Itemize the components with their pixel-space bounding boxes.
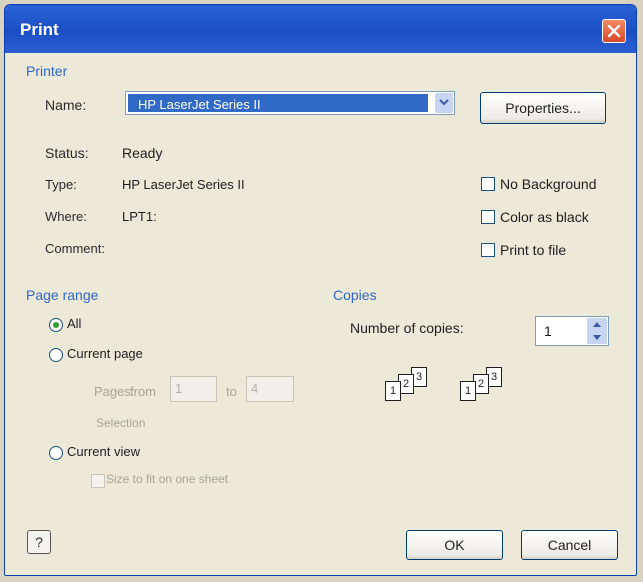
no-background-label: No Background	[500, 176, 597, 192]
size-to-fit-label: Size to fit on one sheet	[106, 472, 229, 486]
chevron-up-icon	[593, 322, 601, 327]
number-of-copies-value: 1	[544, 323, 552, 339]
current-view-radio[interactable]	[49, 446, 63, 460]
from-label: from	[130, 384, 156, 399]
chevron-down-icon	[593, 335, 601, 340]
collate-page: 1	[460, 381, 476, 401]
window-title: Print	[20, 20, 59, 39]
pages-label: Pages:	[94, 384, 135, 399]
current-page-radio[interactable]	[49, 348, 63, 362]
properties-button[interactable]: Properties...	[480, 92, 606, 124]
cancel-button[interactable]: Cancel	[521, 530, 618, 560]
close-icon	[607, 24, 621, 38]
all-label: All	[67, 316, 82, 331]
color-as-black-label: Color as black	[500, 209, 589, 225]
status-label: Status:	[45, 145, 89, 161]
printer-group-label: Printer	[26, 63, 68, 79]
number-of-copies-label: Number of copies:	[350, 320, 464, 336]
to-field: 4	[246, 376, 294, 402]
print-dialog: Print	[4, 4, 637, 576]
close-button[interactable]	[602, 19, 626, 43]
no-background-checkbox[interactable]	[481, 177, 495, 191]
number-of-copies-spinner[interactable]: 1	[535, 316, 609, 346]
printer-name-value: HP LaserJet Series II	[138, 97, 261, 112]
ok-button[interactable]: OK	[406, 530, 503, 560]
all-radio[interactable]	[49, 318, 63, 332]
type-label: Type:	[45, 177, 77, 192]
chevron-down-icon	[439, 99, 449, 106]
status-value: Ready	[122, 145, 163, 161]
printer-name-select[interactable]: HP LaserJet Series II	[125, 91, 455, 115]
where-label: Where:	[45, 209, 87, 224]
printer-name-dropdown-button[interactable]	[435, 93, 453, 113]
printer-name-selected: HP LaserJet Series II	[128, 94, 428, 112]
spin-up-button[interactable]	[587, 318, 607, 331]
spin-down-button[interactable]	[587, 331, 607, 344]
current-view-label: Current view	[67, 444, 140, 459]
to-label: to	[226, 384, 237, 399]
print-to-file-checkbox[interactable]	[481, 243, 495, 257]
selection-label: Selection	[96, 416, 146, 430]
size-to-fit-checkbox	[91, 474, 105, 488]
comment-label: Comment:	[45, 241, 105, 256]
where-value: LPT1:	[122, 209, 157, 224]
type-value: HP LaserJet Series II	[122, 177, 245, 192]
color-as-black-checkbox[interactable]	[481, 210, 495, 224]
page-range-group-label: Page range	[26, 287, 99, 303]
printer-name-label: Name:	[45, 97, 87, 113]
title-bar[interactable]: Print	[5, 5, 636, 53]
collate-page: 1	[385, 381, 401, 401]
current-page-label: Current page	[67, 346, 143, 361]
help-icon: ?	[35, 534, 43, 550]
help-button[interactable]: ?	[27, 530, 51, 554]
copies-group-label: Copies	[333, 287, 377, 303]
from-field: 1	[170, 376, 217, 402]
print-to-file-label: Print to file	[500, 242, 567, 258]
